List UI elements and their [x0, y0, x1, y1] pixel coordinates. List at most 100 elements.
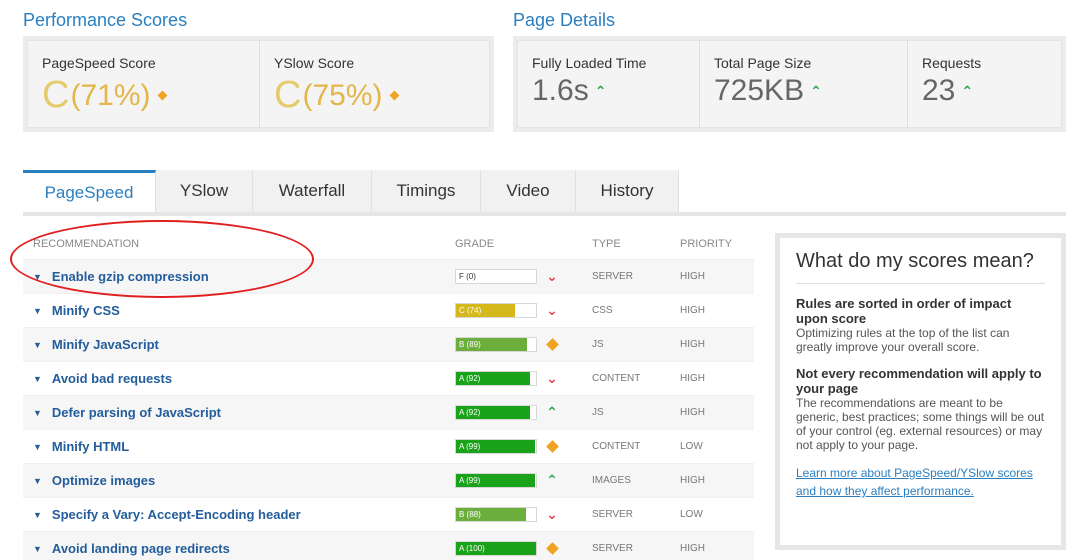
- report-tabs: PageSpeed YSlow Waterfall Timings Video …: [23, 170, 1066, 216]
- performance-scores-panel: PageSpeed Score C (71%) YSlow Score C (7…: [23, 36, 494, 132]
- recommendation-cell[interactable]: ▼ Avoid landing page redirects: [23, 541, 455, 556]
- recommendation-label[interactable]: Optimize images: [52, 473, 155, 488]
- table-row[interactable]: ▼ Specify a Vary: Accept-Encoding header B…: [23, 498, 754, 532]
- trend-neutral-icon: [541, 542, 563, 555]
- trend-down-icon: ⌄: [546, 506, 558, 522]
- recommendation-cell[interactable]: ▼ Defer parsing of JavaScript: [23, 405, 455, 420]
- requests-value: 23: [922, 74, 956, 107]
- recommendation-label[interactable]: Minify JavaScript: [52, 337, 159, 352]
- table-row[interactable]: ▼ Avoid bad requests A (92) ⌄ CONTENT HIGH: [23, 362, 754, 396]
- grade-bar: A (92): [455, 405, 537, 420]
- expand-triangle-icon[interactable]: ▼: [33, 306, 42, 316]
- trend-down-icon: ⌄: [546, 302, 558, 318]
- tab-timings[interactable]: Timings: [372, 170, 481, 212]
- trend-up-icon: ⌃: [546, 404, 558, 420]
- trend-neutral-icon: [541, 440, 563, 453]
- requests-label: Requests: [922, 55, 982, 71]
- yslow-score-label: YSlow Score: [274, 55, 355, 71]
- grade-bar: B (89): [455, 337, 537, 352]
- expand-triangle-icon[interactable]: ▼: [33, 340, 42, 350]
- highlight-circle: [10, 220, 314, 298]
- tab-history[interactable]: History: [576, 170, 679, 212]
- recommendation-label[interactable]: Avoid bad requests: [52, 371, 172, 386]
- info-heading-apply: Not every recommendation will apply to y…: [796, 366, 1042, 396]
- priority-cell: HIGH: [680, 407, 705, 418]
- recommendation-cell[interactable]: ▼ Minify CSS: [23, 303, 455, 318]
- pagespeed-score-cell: PageSpeed Score C (71%): [28, 41, 260, 127]
- trend-down-icon: ⌄: [546, 370, 558, 386]
- grade-cell: B (88) ⌄: [455, 506, 592, 523]
- fully-loaded-value: 1.6s: [532, 74, 589, 107]
- expand-triangle-icon[interactable]: ▼: [33, 442, 42, 452]
- type-cell: SERVER: [592, 543, 633, 554]
- expand-triangle-icon[interactable]: ▼: [33, 476, 42, 486]
- grade-bar-fill: A (92): [456, 372, 530, 385]
- trend-down-icon: ⌄: [546, 268, 558, 284]
- table-row[interactable]: ▼ Minify JavaScript B (89) JS HIGH: [23, 328, 754, 362]
- grade-bar-fill: A (100): [456, 542, 536, 555]
- expand-triangle-icon[interactable]: ▼: [33, 408, 42, 418]
- up-arrow-icon: ⌃: [961, 82, 974, 99]
- priority-cell: HIGH: [680, 373, 705, 384]
- recommendation-label[interactable]: Avoid landing page redirects: [52, 541, 230, 556]
- type-cell: IMAGES: [592, 475, 631, 486]
- recommendation-cell[interactable]: ▼ Minify HTML: [23, 439, 455, 454]
- table-row[interactable]: ▼ Defer parsing of JavaScript A (92) ⌃ JS HIG…: [23, 396, 754, 430]
- priority-cell: HIGH: [680, 271, 705, 282]
- learn-more-link[interactable]: Learn more about PageSpeed/YSlow scores …: [796, 466, 1033, 498]
- recommendation-cell[interactable]: ▼ Optimize images: [23, 473, 455, 488]
- up-arrow-icon: ⌃: [594, 82, 607, 99]
- grade-cell: C (74) ⌄: [455, 302, 592, 319]
- expand-triangle-icon[interactable]: ▼: [33, 544, 42, 554]
- tab-pagespeed[interactable]: PageSpeed: [23, 170, 156, 212]
- yslow-percent: (75%): [302, 78, 383, 112]
- trend-up-icon: ⌃: [546, 472, 558, 488]
- recommendation-label[interactable]: Specify a Vary: Accept-Encoding header: [52, 507, 301, 522]
- neutral-diamond-icon: [158, 90, 168, 101]
- grade-bar: A (100): [455, 541, 537, 556]
- table-row[interactable]: ▼ Avoid landing page redirects A (100) SERV…: [23, 532, 754, 560]
- performance-scores-title: Performance Scores: [23, 10, 188, 30]
- table-row[interactable]: ▼ Minify CSS C (74) ⌄ CSS HIGH: [23, 294, 754, 328]
- type-cell: CONTENT: [592, 373, 641, 384]
- type-cell: JS: [592, 407, 604, 418]
- grade-bar: C (74): [455, 303, 537, 318]
- page-details-panel: Fully Loaded Time 1.6s ⌃ Total Page Size…: [513, 36, 1066, 132]
- page-details-title: Page Details: [513, 10, 616, 30]
- grade-bar: A (99): [455, 439, 537, 454]
- grade-cell: F (0) ⌄: [455, 268, 592, 285]
- neutral-diamond-icon: [390, 90, 400, 101]
- grade-bar: F (0): [455, 269, 537, 284]
- priority-cell: HIGH: [680, 305, 705, 316]
- info-text-sorted: Optimizing rules at the top of the list …: [796, 326, 1010, 354]
- up-arrow-icon: ⌃: [810, 82, 822, 99]
- grade-cell: A (99): [455, 439, 592, 454]
- requests-cell: Requests 23 ⌃: [908, 41, 1061, 127]
- grade-bar-fill: B (88): [456, 508, 527, 521]
- expand-triangle-icon[interactable]: ▼: [33, 510, 42, 520]
- table-row[interactable]: ▼ Minify HTML A (99) CONTENT LOW: [23, 430, 754, 464]
- recommendation-label[interactable]: Minify HTML: [52, 439, 129, 454]
- total-size-value: 725KB: [714, 74, 805, 107]
- priority-cell: LOW: [680, 441, 703, 452]
- grade-cell: A (100): [455, 541, 592, 556]
- grade-bar-fill: C (74): [456, 304, 516, 317]
- type-cell: CONTENT: [592, 441, 641, 452]
- expand-triangle-icon[interactable]: ▼: [33, 374, 42, 384]
- grade-bar: A (99): [455, 473, 537, 488]
- pagespeed-grade: C: [42, 74, 70, 116]
- tab-waterfall[interactable]: Waterfall: [253, 170, 372, 212]
- table-row[interactable]: ▼ Optimize images A (99) ⌃ IMAGES HIGH: [23, 464, 754, 498]
- recommendation-cell[interactable]: ▼ Minify JavaScript: [23, 337, 455, 352]
- info-text-apply: The recommendations are meant to be gene…: [796, 396, 1045, 452]
- grade-bar-fill: B (89): [456, 338, 528, 351]
- recommendation-cell[interactable]: ▼ Avoid bad requests: [23, 371, 455, 386]
- grade-cell: A (92) ⌄: [455, 370, 592, 387]
- yslow-grade: C: [274, 74, 302, 116]
- recommendation-label[interactable]: Defer parsing of JavaScript: [52, 405, 221, 420]
- recommendation-cell[interactable]: ▼ Specify a Vary: Accept-Encoding header: [23, 507, 455, 522]
- recommendation-label[interactable]: Minify CSS: [52, 303, 120, 318]
- tab-video[interactable]: Video: [481, 170, 576, 212]
- fully-loaded-label: Fully Loaded Time: [532, 55, 647, 71]
- tab-yslow[interactable]: YSlow: [156, 170, 253, 212]
